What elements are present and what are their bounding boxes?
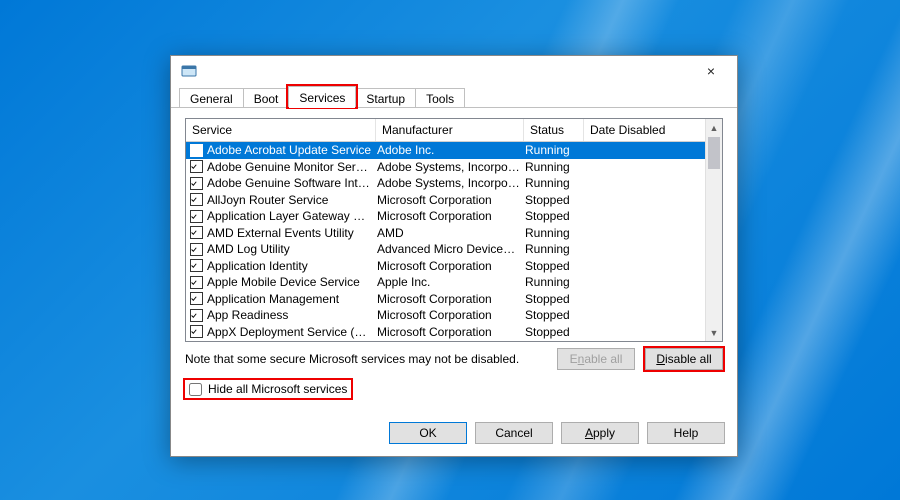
row-checkbox[interactable] bbox=[190, 177, 203, 190]
hide-microsoft-checkbox[interactable]: Hide all Microsoft services bbox=[185, 380, 351, 398]
cell-service: Apple Mobile Device Service bbox=[207, 275, 377, 289]
table-row[interactable]: AllJoyn Router ServiceMicrosoft Corporat… bbox=[186, 192, 722, 209]
close-icon: × bbox=[707, 63, 715, 79]
table-row[interactable]: AMD Log UtilityAdvanced Micro Devices, I… bbox=[186, 241, 722, 258]
cell-manufacturer: Advanced Micro Devices, I... bbox=[377, 242, 525, 256]
hide-services-row: Hide all Microsoft services bbox=[185, 380, 723, 398]
dialog-buttons: OK Cancel Apply Help bbox=[171, 412, 737, 456]
ok-button[interactable]: OK bbox=[389, 422, 467, 444]
cell-status: Stopped bbox=[525, 193, 585, 207]
apply-button[interactable]: Apply bbox=[561, 422, 639, 444]
row-checkbox[interactable] bbox=[190, 243, 203, 256]
row-checkbox[interactable] bbox=[190, 226, 203, 239]
cell-status: Stopped bbox=[525, 259, 585, 273]
row-checkbox[interactable] bbox=[190, 160, 203, 173]
cell-manufacturer: Microsoft Corporation bbox=[377, 259, 525, 273]
cell-manufacturer: Apple Inc. bbox=[377, 275, 525, 289]
column-header-date-disabled[interactable]: Date Disabled bbox=[584, 119, 722, 141]
table-row[interactable]: Adobe Genuine Software Integri...Adobe S… bbox=[186, 175, 722, 192]
cell-status: Running bbox=[525, 275, 585, 289]
help-button[interactable]: Help bbox=[647, 422, 725, 444]
app-icon bbox=[181, 63, 197, 79]
cell-status: Stopped bbox=[525, 308, 585, 322]
row-checkbox[interactable] bbox=[190, 193, 203, 206]
scroll-up-icon[interactable]: ▲ bbox=[706, 119, 722, 136]
cell-manufacturer: Microsoft Corporation bbox=[377, 292, 525, 306]
listview-body[interactable]: Adobe Acrobat Update ServiceAdobe Inc.Ru… bbox=[186, 142, 722, 341]
note-text: Note that some secure Microsoft services… bbox=[185, 352, 557, 366]
cell-manufacturer: Microsoft Corporation bbox=[377, 209, 525, 223]
cell-service: AllJoyn Router Service bbox=[207, 193, 377, 207]
msconfig-dialog: × General Boot Services Startup Tools Se… bbox=[170, 55, 738, 457]
row-checkbox[interactable] bbox=[190, 292, 203, 305]
table-row[interactable]: Apple Mobile Device ServiceApple Inc.Run… bbox=[186, 274, 722, 291]
disable-all-button[interactable]: Disable all bbox=[645, 348, 723, 370]
tab-startup[interactable]: Startup bbox=[355, 88, 416, 107]
hide-microsoft-label: Hide all Microsoft services bbox=[208, 382, 347, 396]
cell-manufacturer: Adobe Systems, Incorpora... bbox=[377, 176, 525, 190]
table-row[interactable]: Adobe Genuine Monitor ServiceAdobe Syste… bbox=[186, 159, 722, 176]
cell-status: Running bbox=[525, 242, 585, 256]
tab-boot[interactable]: Boot bbox=[243, 88, 290, 107]
table-row[interactable]: App ReadinessMicrosoft CorporationStoppe… bbox=[186, 307, 722, 324]
cell-status: Stopped bbox=[525, 209, 585, 223]
cell-service: AMD External Events Utility bbox=[207, 226, 377, 240]
column-header-status[interactable]: Status bbox=[524, 119, 584, 141]
listview-header: Service Manufacturer Status Date Disable… bbox=[186, 119, 722, 142]
table-row[interactable]: Adobe Acrobat Update ServiceAdobe Inc.Ru… bbox=[186, 142, 722, 159]
tab-general[interactable]: General bbox=[179, 88, 244, 107]
cell-service: Adobe Acrobat Update Service bbox=[207, 143, 377, 157]
close-button[interactable]: × bbox=[689, 57, 733, 85]
row-checkbox[interactable] bbox=[190, 259, 203, 272]
cell-service: Adobe Genuine Monitor Service bbox=[207, 160, 377, 174]
cell-status: Running bbox=[525, 160, 585, 174]
scrollbar-vertical[interactable]: ▲ ▼ bbox=[705, 119, 722, 341]
cell-manufacturer: Adobe Systems, Incorpora... bbox=[377, 160, 525, 174]
cell-status: Stopped bbox=[525, 325, 585, 339]
cell-service: AppX Deployment Service (AppX... bbox=[207, 325, 377, 339]
cell-manufacturer: Microsoft Corporation bbox=[377, 325, 525, 339]
cell-service: Application Identity bbox=[207, 259, 377, 273]
cell-status: Running bbox=[525, 176, 585, 190]
table-row[interactable]: Application Layer Gateway ServiceMicroso… bbox=[186, 208, 722, 225]
cell-manufacturer: AMD bbox=[377, 226, 525, 240]
cell-service: AMD Log Utility bbox=[207, 242, 377, 256]
tab-services[interactable]: Services bbox=[288, 86, 356, 107]
tab-content: Service Manufacturer Status Date Disable… bbox=[171, 108, 737, 412]
table-row[interactable]: Application IdentityMicrosoft Corporatio… bbox=[186, 258, 722, 275]
cell-service: Application Management bbox=[207, 292, 377, 306]
row-checkbox[interactable] bbox=[190, 309, 203, 322]
scroll-thumb[interactable] bbox=[708, 137, 720, 169]
cell-service: Application Layer Gateway Service bbox=[207, 209, 377, 223]
cell-manufacturer: Microsoft Corporation bbox=[377, 308, 525, 322]
tab-strip: General Boot Services Startup Tools bbox=[171, 86, 737, 108]
enable-all-button[interactable]: Enable all bbox=[557, 348, 635, 370]
cancel-button[interactable]: Cancel bbox=[475, 422, 553, 444]
row-checkbox[interactable] bbox=[190, 210, 203, 223]
column-header-service[interactable]: Service bbox=[186, 119, 376, 141]
row-checkbox[interactable] bbox=[190, 144, 203, 157]
cell-status: Stopped bbox=[525, 292, 585, 306]
cell-manufacturer: Adobe Inc. bbox=[377, 143, 525, 157]
table-row[interactable]: AMD External Events UtilityAMDRunning bbox=[186, 225, 722, 242]
cell-status: Running bbox=[525, 143, 585, 157]
row-checkbox[interactable] bbox=[190, 276, 203, 289]
titlebar[interactable]: × bbox=[171, 56, 737, 86]
cell-service: App Readiness bbox=[207, 308, 377, 322]
table-row[interactable]: AppX Deployment Service (AppX...Microsof… bbox=[186, 324, 722, 341]
tab-tools[interactable]: Tools bbox=[415, 88, 465, 107]
cell-manufacturer: Microsoft Corporation bbox=[377, 193, 525, 207]
cell-service: Adobe Genuine Software Integri... bbox=[207, 176, 377, 190]
row-checkbox[interactable] bbox=[190, 325, 203, 338]
scroll-down-icon[interactable]: ▼ bbox=[706, 324, 722, 341]
services-listview[interactable]: Service Manufacturer Status Date Disable… bbox=[185, 118, 723, 342]
column-header-manufacturer[interactable]: Manufacturer bbox=[376, 119, 524, 141]
table-row[interactable]: Application ManagementMicrosoft Corporat… bbox=[186, 291, 722, 308]
note-row: Note that some secure Microsoft services… bbox=[185, 348, 723, 370]
cell-status: Running bbox=[525, 226, 585, 240]
hide-microsoft-checkbox-input[interactable] bbox=[189, 383, 202, 396]
